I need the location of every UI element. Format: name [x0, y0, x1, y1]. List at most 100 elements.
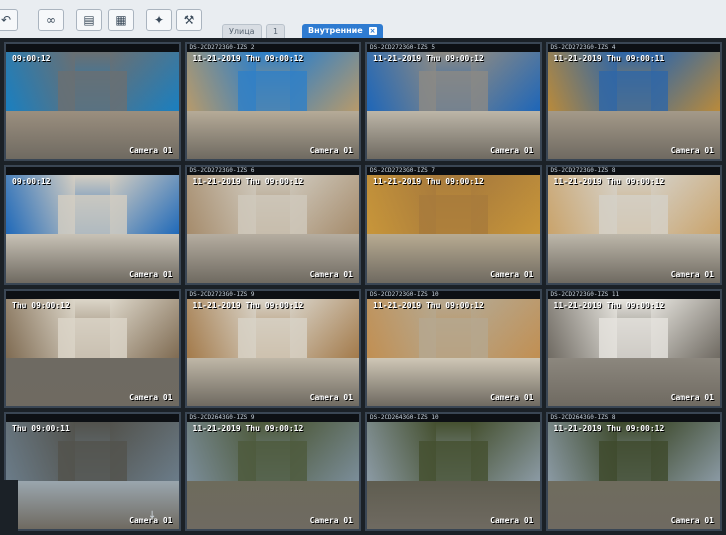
osd-camera-name: Camera 01	[309, 269, 353, 279]
camera-tile[interactable]: 09:00:12 Camera 01	[4, 165, 181, 285]
tab-internal-label: Внутренние	[308, 26, 363, 35]
camera-tile[interactable]: 09:00:12 Camera 01	[4, 42, 181, 162]
osd-timestamp: 11-21-2019 Thu 09:00:12	[192, 423, 304, 433]
osd-camera-name: Camera 01	[670, 516, 714, 525]
camera-title: DS-2CD2723G0-IZS 10	[370, 290, 439, 298]
osd-timestamp: Thu 09:00:12	[12, 300, 70, 310]
camera-view	[6, 175, 179, 283]
camera-view	[186, 298, 359, 406]
osd-camera-name: Camera 01	[129, 516, 173, 525]
osd-timestamp: 11-21-2019 Thu 09:00:12	[192, 177, 304, 187]
osd-timestamp: 11-21-2019 Thu 09:00:12	[373, 177, 484, 187]
osd-camera-name: Camera 01	[309, 392, 353, 402]
loop-icon[interactable]: ∞	[38, 9, 64, 31]
camera-title: DS-2CD2643G0-IZS 8	[550, 413, 616, 421]
camera-grid: 09:00:12 Camera 01 DS-2CD2723G0-IZS 2 11-21…	[0, 38, 726, 535]
osd-camera-name: Camera 01	[670, 146, 714, 156]
nvr-screen: ↶ ∞ ▤ ▦ ✦ ⚒ Улица 1 Внутренние × 09:00:1…	[0, 0, 726, 535]
osd-camera-name: Camera 01	[490, 516, 534, 525]
side-panel	[0, 480, 18, 535]
camera-tile[interactable]: DS-2CD2723G0-IZS 9 11-21-2019 Thu 09:00:1…	[184, 288, 361, 408]
corridor-back	[57, 194, 127, 238]
camera-tile[interactable]: DS-2CD2723G0-IZS 11 11-21-2019 Thu 09:00:…	[545, 288, 722, 408]
camera-title: DS-2CD2723G0-IZS 8	[550, 167, 616, 175]
camera-title: DS-2CD2723G0-IZS 5	[370, 44, 436, 51]
camera-view	[367, 175, 540, 283]
camera-view	[547, 421, 720, 529]
camera-tile[interactable]: DS-2CD2723G0-IZS 5 11-21-2019 Thu 09:00:1…	[365, 42, 542, 162]
camera-tile[interactable]: DS-2CD2643G0-IZS 9 11-21-2019 Thu 09:00:1…	[184, 411, 361, 531]
corridor-back	[599, 317, 669, 361]
osd-timestamp: 11-21-2019 Thu 09:00:12	[192, 54, 304, 63]
camera-title: DS-2CD2723G0-IZS 6	[189, 167, 255, 175]
camera-tile[interactable]: DS-2CD2723G0-IZS 4 11-21-2019 Thu 09:00:1…	[545, 42, 722, 162]
layout-icon[interactable]: ▦	[108, 9, 134, 31]
corridor-back	[418, 71, 488, 115]
camera-view	[547, 175, 720, 283]
camera-title: DS-2CD2643G0-IZS 10	[370, 413, 439, 421]
osd-camera-name: Camera 01	[129, 269, 173, 279]
corridor-back	[57, 71, 127, 115]
corridor-back	[418, 441, 488, 484]
camera-title: DS-2CD2723G0-IZS 2	[189, 44, 255, 51]
tools-icon[interactable]: ⚒	[176, 9, 202, 31]
camera-view	[367, 421, 540, 529]
camera-view	[367, 298, 540, 406]
corridor-back	[418, 194, 488, 238]
osd-camera-name: Camera 01	[490, 392, 534, 402]
camera-view	[367, 52, 540, 160]
back-icon[interactable]: ↶	[0, 9, 18, 31]
corridor-back	[418, 317, 488, 361]
camera-view	[186, 175, 359, 283]
corridor-back	[238, 194, 308, 238]
osd-timestamp: 11-21-2019 Thu 09:00:12	[373, 54, 484, 63]
camera-view	[186, 421, 359, 529]
camera-title: DS-2CD2723G0-IZS 4	[550, 44, 616, 51]
camera-tile[interactable]: DS-2CD2723G0-IZS 8 11-21-2019 Thu 09:00:1…	[545, 165, 722, 285]
corridor-back	[599, 194, 669, 238]
tab-close-icon[interactable]: ×	[368, 27, 377, 35]
osd-camera-name: Camera 01	[309, 516, 353, 525]
magic-wand-icon[interactable]: ✦	[146, 9, 172, 31]
camera-tile[interactable]: DS-2CD2723G0-IZS 2 11-21-2019 Thu 09:00:1…	[184, 42, 361, 162]
camera-tile[interactable]: DS-2CD2723G0-IZS 10 11-21-2019 Thu 09:00:…	[365, 288, 542, 408]
corridor-back	[238, 441, 308, 484]
osd-camera-name: Camera 01	[490, 146, 534, 156]
osd-timestamp: 11-21-2019 Thu 09:00:12	[192, 300, 304, 310]
tab-internal[interactable]: Внутренние ×	[302, 24, 383, 38]
camera-title: DS-2CD2723G0-IZS 11	[550, 290, 620, 298]
osd-timestamp: 09:00:12	[12, 54, 51, 63]
camera-tile[interactable]: DS-2CD2723G0-IZS 6 11-21-2019 Thu 09:00:1…	[184, 165, 361, 285]
corridor-back	[599, 71, 669, 115]
corridor-back	[238, 317, 308, 361]
camera-tile[interactable]: DS-2CD2643G0-IZS 8 11-21-2019 Thu 09:00:1…	[545, 411, 722, 531]
toolbar: ↶ ∞ ▤ ▦ ✦ ⚒ Улица 1 Внутренние ×	[0, 0, 726, 40]
osd-timestamp: 11-21-2019 Thu 09:00:12	[553, 300, 665, 310]
osd-camera-name: Camera 01	[490, 269, 534, 279]
osd-camera-name: Camera 01	[129, 146, 173, 156]
corridor-back	[238, 71, 308, 115]
camera-tile[interactable]: DS-2CD2643G0-IZS 10 Camera 01	[365, 411, 542, 531]
camera-view	[6, 298, 179, 406]
camera-view	[547, 52, 720, 160]
camera-title: DS-2CD2723G0-IZS 9	[189, 290, 255, 298]
osd-timestamp: 11-21-2019 Thu 09:00:11	[553, 54, 665, 63]
corridor-back	[57, 441, 127, 484]
camera-view	[186, 52, 359, 160]
corridor-back	[599, 441, 669, 484]
camera-title: DS-2CD2723G0-IZS 7	[370, 167, 436, 175]
camera-tile[interactable]: Thu 09:00:12 Camera 01	[4, 288, 181, 408]
osd-timestamp: 11-21-2019 Thu 09:00:12	[373, 300, 484, 310]
camera-title: DS-2CD2643G0-IZS 9	[189, 413, 255, 421]
corridor-back	[57, 317, 127, 361]
osd-timestamp: 11-21-2019 Thu 09:00:12	[553, 423, 665, 433]
camera-tile[interactable]: DS-2CD2723G0-IZS 7 11-21-2019 Thu 09:00:1…	[365, 165, 542, 285]
camera-view	[547, 298, 720, 406]
osd-camera-name: Camera 01	[670, 392, 714, 402]
osd-camera-name: Camera 01	[309, 146, 353, 156]
chat-icon[interactable]: ▤	[76, 9, 102, 31]
osd-timestamp: 09:00:12	[12, 177, 51, 187]
osd-camera-name: Camera 01	[129, 392, 173, 402]
osd-camera-name: Camera 01	[670, 269, 714, 279]
camera-view	[6, 52, 179, 160]
